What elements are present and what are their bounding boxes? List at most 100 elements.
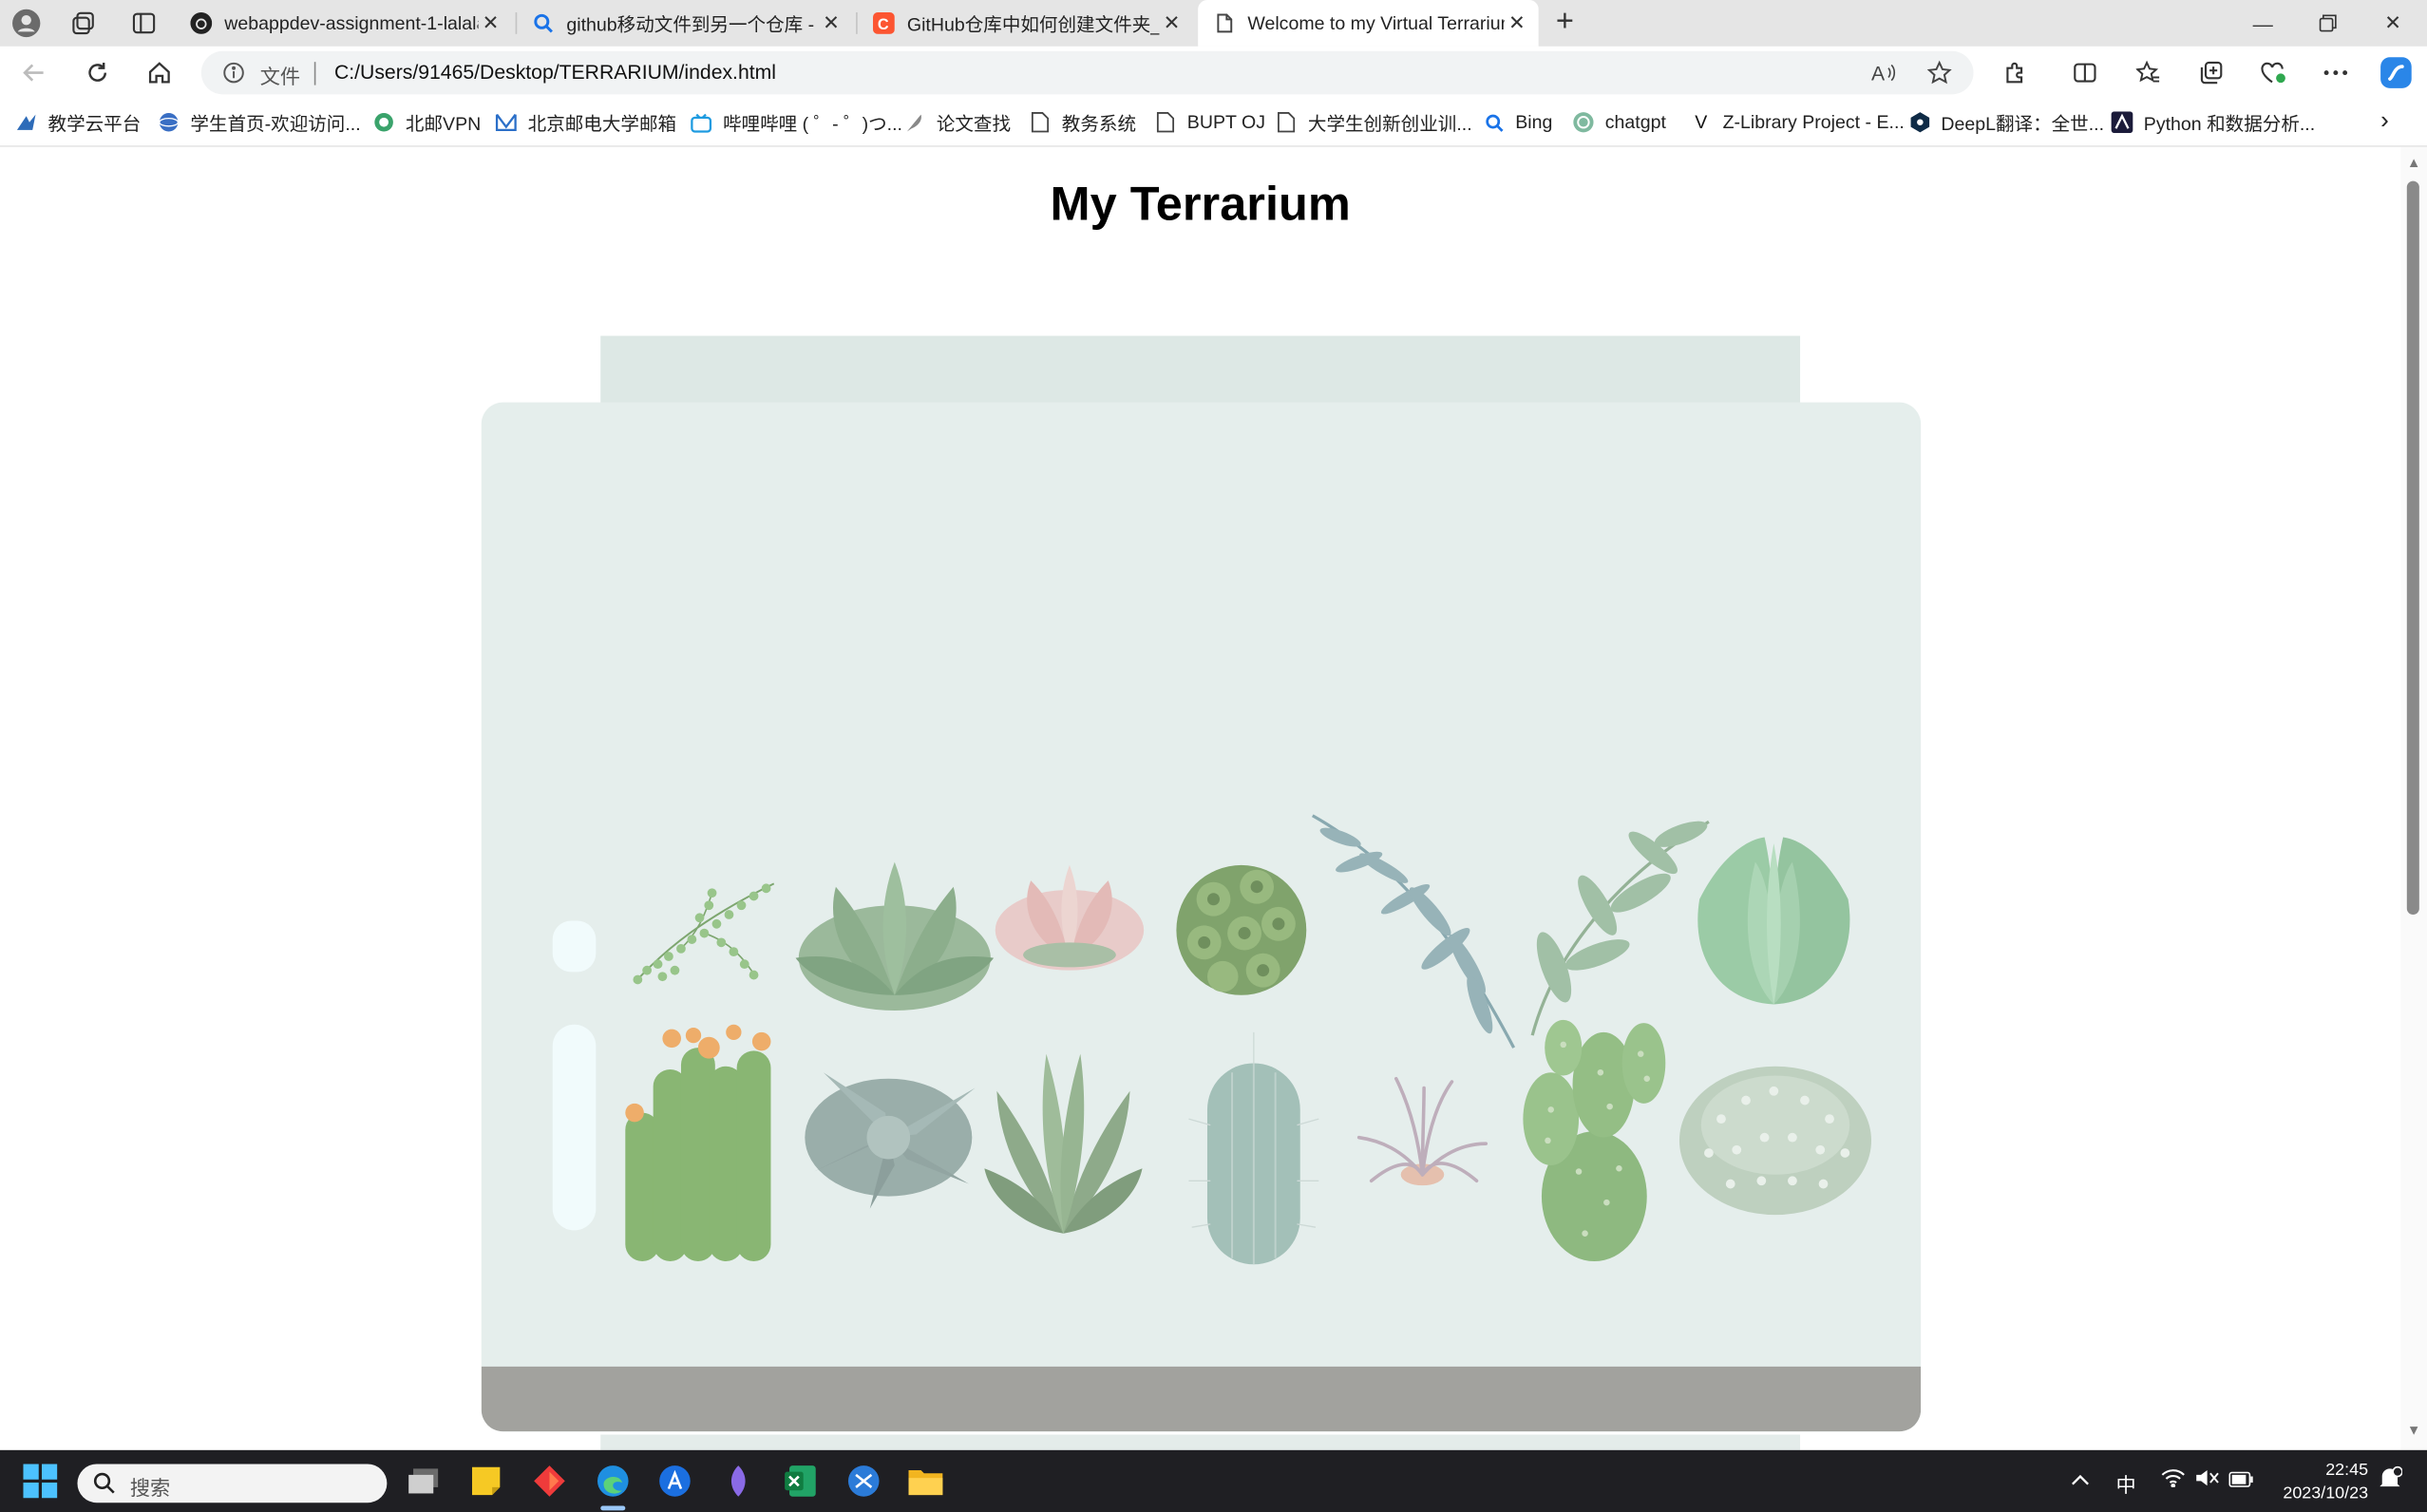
favorite-label: Python 和数据分析...	[2143, 112, 2316, 134]
favorite-item[interactable]: chatgpt	[1573, 110, 1666, 135]
close-window-button[interactable]: ✕	[2361, 0, 2425, 47]
favorite-item[interactable]: 哔哩哔哩 ( ゜- ゜)つ...	[691, 110, 902, 135]
url-text[interactable]: C:/Users/91465/Desktop/TERRARIUM/index.h…	[334, 61, 776, 84]
more-menu-icon[interactable]	[2317, 56, 2354, 90]
favorite-item[interactable]: Bing	[1483, 110, 1552, 135]
taskbar-search-input[interactable]: 搜索	[77, 1464, 388, 1503]
favorite-item[interactable]: 大学生创新创业训...	[1276, 110, 1472, 135]
tab-github-assignment[interactable]: webappdev-assignment-1-lalalal ✕	[175, 0, 512, 47]
excel-icon[interactable]	[779, 1460, 823, 1503]
address-bar[interactable]: 文件 C:/Users/91465/Desktop/TERRARIUM/inde…	[200, 50, 1974, 95]
close-tab-icon[interactable]: ✕	[1505, 10, 1529, 35]
profile-avatar-icon[interactable]	[8, 7, 45, 41]
windows-taskbar: 搜索 中 22:45 2023/10/23	[0, 1449, 2427, 1512]
favorite-label: 教务系统	[1061, 112, 1137, 134]
favorite-item[interactable]: 北邮VPN	[373, 110, 481, 135]
plant-columnar-cactus[interactable]	[1183, 1026, 1325, 1270]
collections-icon[interactable]	[2193, 56, 2230, 90]
refresh-button[interactable]	[79, 54, 116, 91]
favorite-item[interactable]: BUPT OJ	[1155, 110, 1265, 135]
address-divider	[313, 62, 316, 85]
purple-feather-app-icon[interactable]	[716, 1460, 760, 1503]
plant-eucalyptus-sprig[interactable]	[1306, 809, 1523, 1053]
favorite-item[interactable]: DeepL翻译：全世...	[1908, 110, 2104, 135]
search-icon	[1483, 111, 1505, 133]
svg-text:A: A	[1871, 64, 1886, 84]
plant-air-plant[interactable]	[1356, 1072, 1488, 1190]
new-tab-button[interactable]: +	[1547, 7, 1582, 41]
close-tab-icon[interactable]: ✕	[1159, 10, 1184, 35]
tab-terrarium[interactable]: Welcome to my Virtual Terrarium ✕	[1198, 0, 1539, 47]
plant-round-cactus[interactable]	[1675, 1057, 1876, 1218]
tab-bing-search[interactable]: github移动文件到另一个仓库 - 搜 ✕	[517, 0, 853, 47]
extensions-icon[interactable]	[1997, 56, 2034, 90]
tab-csdn-article[interactable]: C GitHub仓库中如何创建文件夹_gi ✕	[858, 0, 1194, 47]
scroll-up-arrow-icon[interactable]: ▲	[2404, 155, 2424, 170]
python-icon	[2111, 111, 2133, 134]
split-screen-icon[interactable]	[2066, 56, 2103, 90]
info-icon[interactable]	[223, 62, 245, 91]
favorite-star-icon[interactable]	[1924, 59, 1955, 86]
plant-jade-succulent[interactable]	[1687, 831, 1860, 1011]
favorite-label: 论文查找	[936, 112, 1012, 134]
favorite-item[interactable]: 学生首页-欢迎访问...	[158, 110, 361, 135]
remote-connect-icon[interactable]	[842, 1460, 885, 1503]
clock-time: 22:45	[2325, 1461, 2369, 1480]
favorite-item[interactable]: 教学云平台	[15, 110, 141, 135]
vertical-tabs-icon[interactable]	[125, 7, 162, 41]
scroll-down-arrow-icon[interactable]: ▼	[2404, 1422, 2424, 1437]
favorite-item[interactable]: 教务系统	[1030, 110, 1136, 135]
volume-muted-icon[interactable]	[2195, 1468, 2220, 1491]
tray-overflow-chevron-icon[interactable]	[2071, 1468, 2090, 1491]
plant-aloe-rosette[interactable]	[984, 1045, 1143, 1239]
page-icon	[1213, 12, 1235, 34]
favorites-icon[interactable]	[2130, 56, 2167, 90]
file-explorer-icon[interactable]	[904, 1460, 948, 1503]
red-diamond-app-icon[interactable]	[528, 1460, 572, 1503]
app-store-icon[interactable]	[654, 1460, 697, 1503]
back-button[interactable]	[15, 54, 52, 91]
plant-purple-succulent[interactable]	[792, 1057, 984, 1215]
restore-button[interactable]	[2295, 0, 2360, 47]
favorite-label: BUPT OJ	[1186, 111, 1266, 134]
workspaces-icon[interactable]	[65, 7, 102, 41]
ime-indicator[interactable]: 中	[2115, 1468, 2135, 1498]
plant-echeveria-pink[interactable]	[991, 859, 1148, 979]
favorite-item[interactable]: V Z-Library Project - E...	[1690, 110, 1905, 135]
favorite-item[interactable]: 论文查找	[904, 110, 1011, 135]
home-button[interactable]	[141, 54, 178, 91]
notification-bell-icon[interactable]	[2378, 1465, 2403, 1495]
plant-sedum-cluster[interactable]	[1167, 846, 1316, 1007]
close-tab-icon[interactable]: ✕	[479, 10, 503, 35]
favorites-overflow-chevron-icon[interactable]: ›	[2380, 108, 2389, 135]
favorites-bar: 教学云平台 学生首页-欢迎访问... 北邮VPN 北京邮电大学邮箱 哔哩哔哩 (…	[0, 99, 2427, 147]
v-icon: V	[1695, 111, 1708, 134]
scrollbar-thumb[interactable]	[2406, 180, 2419, 916]
feather-icon	[904, 111, 926, 133]
minimize-button[interactable]: —	[2230, 0, 2295, 47]
svg-text:C: C	[878, 16, 889, 33]
wifi-icon[interactable]	[2161, 1468, 2186, 1491]
close-tab-icon[interactable]: ✕	[819, 10, 844, 35]
plant-flowering-cactus[interactable]	[619, 1023, 784, 1267]
favorite-item[interactable]: Python 和数据分析...	[2111, 110, 2316, 135]
browser-essentials-icon[interactable]	[2255, 56, 2292, 90]
favorite-item[interactable]: 北京邮电大学邮箱	[495, 110, 676, 135]
protocol-label: 文件	[259, 65, 301, 88]
edge-browser-icon[interactable]	[591, 1460, 635, 1503]
taskbar-clock[interactable]: 22:45 2023/10/23	[2263, 1460, 2368, 1506]
battery-icon[interactable]	[2228, 1468, 2253, 1491]
vertical-scrollbar[interactable]: ▲ ▼	[2400, 146, 2427, 1450]
sticky-notes-icon[interactable]	[465, 1460, 508, 1503]
start-windows-icon[interactable]	[19, 1460, 63, 1503]
plant-echeveria-green[interactable]	[792, 856, 996, 1016]
read-aloud-icon[interactable]: A	[1868, 59, 1900, 86]
task-view-icon[interactable]	[403, 1460, 446, 1503]
plant-prickly-pear[interactable]	[1517, 1017, 1669, 1268]
copilot-icon[interactable]	[2378, 56, 2415, 90]
openai-icon	[1573, 111, 1595, 133]
tab-title: webappdev-assignment-1-lalalal	[224, 12, 479, 34]
page-icon	[1155, 111, 1177, 133]
tab-strip: webappdev-assignment-1-lalalal ✕ github移…	[0, 0, 2427, 47]
plant-string-of-pearls[interactable]	[619, 871, 787, 989]
